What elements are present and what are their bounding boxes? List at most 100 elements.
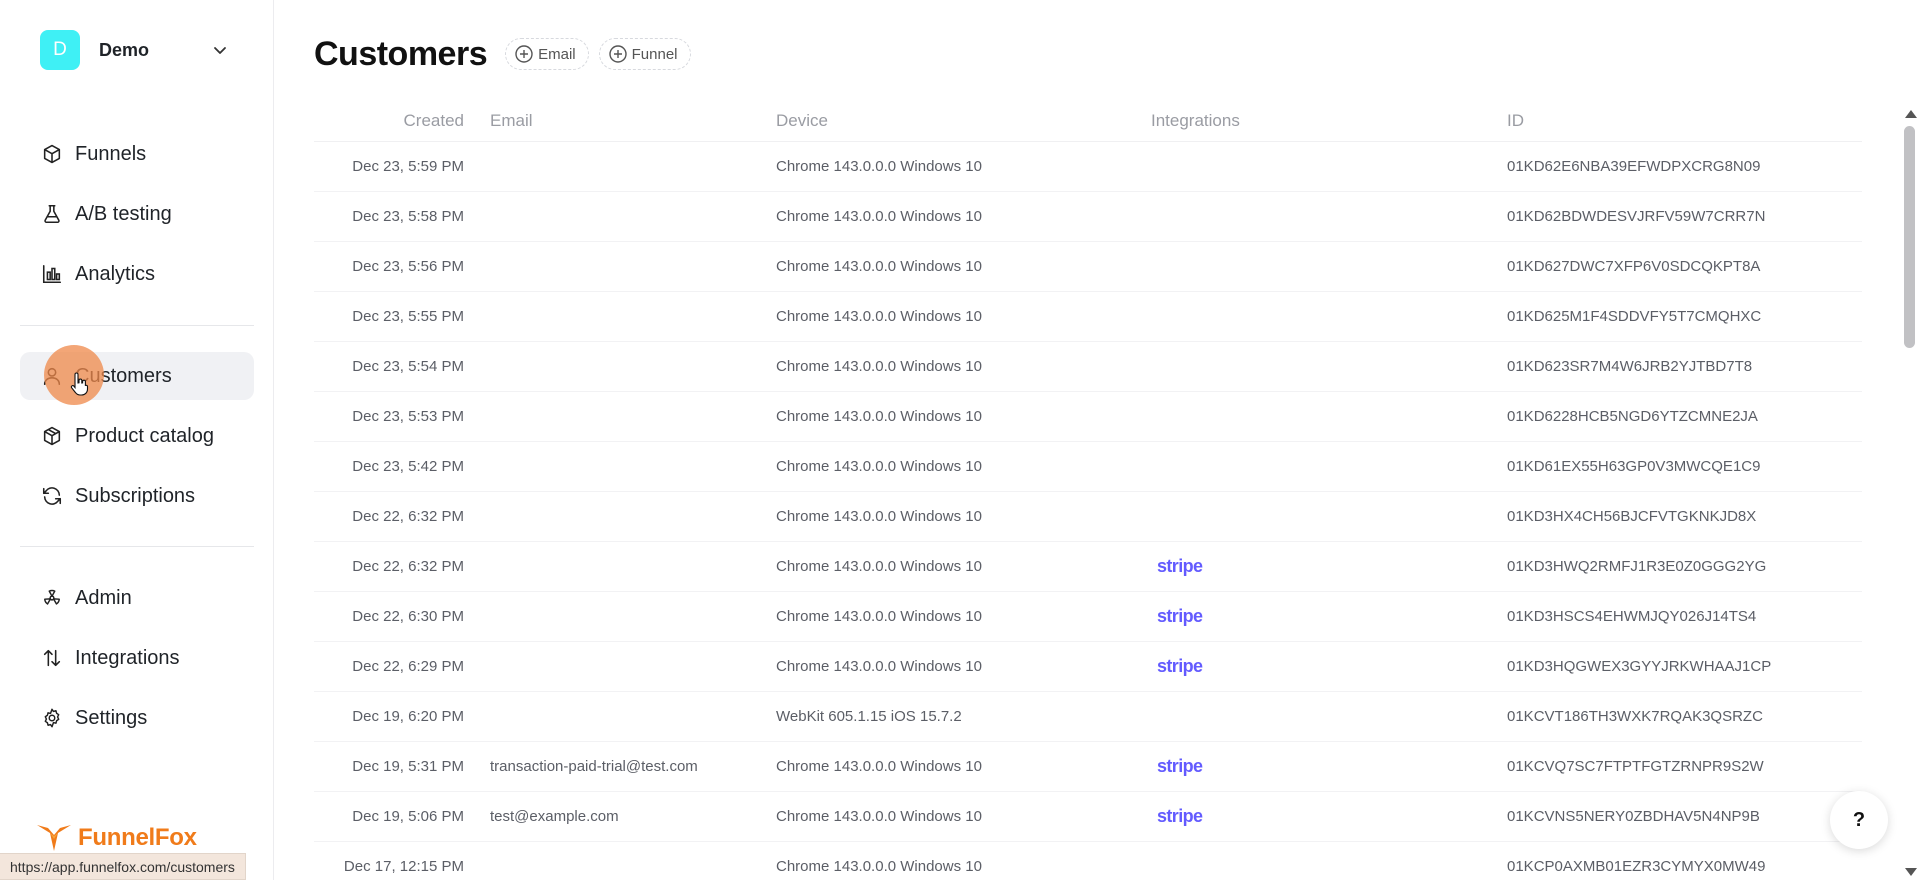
column-header-device[interactable]: Device — [776, 111, 1151, 131]
table-body: Dec 23, 5:59 PM Chrome 143.0.0.0 Windows … — [314, 142, 1862, 880]
refresh-icon — [42, 487, 62, 505]
sidebar-item-label: Customers — [75, 364, 172, 387]
table-row[interactable]: Dec 19, 5:06 PM test@example.com Chrome 14… — [314, 792, 1862, 842]
page-title: Customers — [314, 34, 488, 73]
stripe-logo: stripe — [1157, 656, 1203, 676]
cell-device: Chrome 143.0.0.0 Windows 10 — [776, 758, 982, 775]
cell-created: Dec 22, 6:32 PM — [352, 558, 464, 575]
sidebar-item-admin[interactable]: Admin — [20, 574, 254, 622]
sidebar-item-label: Product catalog — [75, 424, 214, 447]
cell-created: Dec 19, 6:20 PM — [352, 708, 464, 725]
sidebar-item-settings[interactable]: Settings — [20, 694, 254, 742]
table-row[interactable]: Dec 22, 6:32 PM Chrome 143.0.0.0 Windows … — [314, 542, 1862, 592]
table-row[interactable]: Dec 23, 5:59 PM Chrome 143.0.0.0 Windows … — [314, 142, 1862, 192]
table-row[interactable]: Dec 17, 12:15 PM Chrome 143.0.0.0 Windows… — [314, 842, 1862, 880]
admin-icon — [44, 589, 60, 605]
sidebar-item-label: Settings — [75, 706, 148, 729]
cell-created: Dec 23, 5:42 PM — [352, 458, 464, 475]
filter-funnel-button[interactable]: Funnel — [598, 38, 691, 70]
scrollbar[interactable] — [1900, 108, 1920, 880]
cell-device: Chrome 143.0.0.0 Windows 10 — [776, 308, 982, 325]
cell-created: Dec 22, 6:29 PM — [352, 658, 464, 675]
cell-device: Chrome 143.0.0.0 Windows 10 — [776, 208, 982, 225]
cell-id: 01KCP0AXMB01EZR3CYMYX0MW49 — [1507, 858, 1766, 875]
table-row[interactable]: Dec 23, 5:56 PM Chrome 143.0.0.0 Windows … — [314, 242, 1862, 292]
cell-email: test@example.com — [490, 808, 619, 825]
cell-device: Chrome 143.0.0.0 Windows 10 — [776, 358, 982, 375]
stripe-logo: stripe — [1157, 806, 1203, 826]
cell-id: 01KD3HSCS4EHWMJQY026J14TS4 — [1507, 608, 1757, 625]
filter-email-button[interactable]: Email — [505, 38, 589, 70]
gear-icon — [44, 708, 60, 728]
column-header-created[interactable]: Created — [314, 111, 464, 131]
cell-id: 01KCVQ7SC7FTPTFGTZRNPR9S2W — [1507, 758, 1764, 775]
table-row[interactable]: Dec 23, 5:58 PM Chrome 143.0.0.0 Windows … — [314, 192, 1862, 242]
sidebar-item-subscriptions[interactable]: Subscriptions — [20, 472, 254, 520]
stripe-logo: stripe — [1157, 606, 1203, 626]
cell-device: Chrome 143.0.0.0 Windows 10 — [776, 458, 982, 475]
sidebar-item-customers[interactable]: Customers — [20, 352, 254, 400]
sidebar-item-label: Subscriptions — [75, 484, 196, 507]
cube-icon — [43, 144, 61, 164]
fox-logo-icon — [37, 825, 71, 851]
filter-label: Email — [538, 45, 576, 63]
nav-divider — [20, 546, 254, 547]
customers-table: Created Email Device Integrations ID Dec… — [314, 100, 1862, 880]
arrows-updown-icon — [43, 649, 61, 667]
cell-id: 01KD3HWQ2RMFJ1R3E0Z0GGG2YG — [1507, 558, 1767, 575]
cell-integration: stripe — [1151, 606, 1507, 627]
sidebar: D Demo Funnels A/B testing Analytics Cus… — [0, 0, 274, 880]
sidebar-item-integrations[interactable]: Integrations — [20, 634, 254, 682]
plus-circle-icon — [515, 45, 533, 63]
cell-device: WebKit 605.1.15 iOS 15.7.2 — [776, 708, 962, 725]
table-row[interactable]: Dec 23, 5:53 PM Chrome 143.0.0.0 Windows … — [314, 392, 1862, 442]
table-row[interactable]: Dec 19, 6:20 PM WebKit 605.1.15 iOS 15.7.… — [314, 692, 1862, 742]
nav-group-admin: Admin Integrations Settings — [20, 574, 254, 754]
page-header: Customers Email Funnel — [314, 30, 691, 78]
table-row[interactable]: Dec 22, 6:32 PM Chrome 143.0.0.0 Windows … — [314, 492, 1862, 542]
scrollbar-thumb[interactable] — [1904, 126, 1915, 348]
sidebar-item-label: Analytics — [75, 262, 156, 285]
stripe-logo: stripe — [1157, 556, 1203, 576]
flask-icon — [44, 204, 60, 224]
sidebar-item-ab-testing[interactable]: A/B testing — [20, 190, 254, 238]
scroll-down-arrow-icon[interactable] — [1905, 868, 1917, 876]
cell-id: 01KD62E6NBA39EFWDPXCRG8N09 — [1507, 158, 1761, 175]
column-header-integrations[interactable]: Integrations — [1151, 111, 1507, 131]
brand-logo[interactable]: FunnelFox — [36, 822, 197, 854]
cell-device: Chrome 143.0.0.0 Windows 10 — [776, 508, 982, 525]
user-icon — [43, 367, 61, 386]
cell-device: Chrome 143.0.0.0 Windows 10 — [776, 608, 982, 625]
sidebar-item-product-catalog[interactable]: Product catalog — [20, 412, 254, 460]
workspace-switcher[interactable]: D Demo — [40, 30, 240, 70]
cell-integration: stripe — [1151, 556, 1507, 577]
table-row[interactable]: Dec 23, 5:55 PM Chrome 143.0.0.0 Windows … — [314, 292, 1862, 342]
stripe-logo: stripe — [1157, 756, 1203, 776]
bar-chart-icon — [42, 264, 62, 284]
table-header: Created Email Device Integrations ID — [314, 100, 1862, 142]
cell-created: Dec 23, 5:59 PM — [352, 158, 464, 175]
cell-device: Chrome 143.0.0.0 Windows 10 — [776, 158, 982, 175]
cell-created: Dec 23, 5:54 PM — [352, 358, 464, 375]
column-header-email[interactable]: Email — [464, 111, 776, 131]
cell-device: Chrome 143.0.0.0 Windows 10 — [776, 558, 982, 575]
help-button[interactable]: ? — [1830, 791, 1888, 849]
sidebar-item-analytics[interactable]: Analytics — [20, 250, 254, 298]
cell-created: Dec 17, 12:15 PM — [343, 858, 464, 875]
plus-circle-icon — [608, 45, 627, 63]
cell-id: 01KD627DWC7XFP6V0SDCQKPT8A — [1507, 258, 1761, 275]
table-row[interactable]: Dec 23, 5:54 PM Chrome 143.0.0.0 Windows … — [314, 342, 1862, 392]
table-row[interactable]: Dec 19, 5:31 PM transaction-paid-trial@te… — [314, 742, 1862, 792]
sidebar-item-funnels[interactable]: Funnels — [20, 130, 254, 178]
cell-device: Chrome 143.0.0.0 Windows 10 — [776, 258, 982, 275]
cell-integration: stripe — [1151, 806, 1507, 827]
cell-device: Chrome 143.0.0.0 Windows 10 — [776, 408, 982, 425]
cell-created: Dec 22, 6:32 PM — [352, 508, 464, 525]
column-header-id[interactable]: ID — [1507, 111, 1837, 131]
cell-created: Dec 23, 5:55 PM — [352, 308, 464, 325]
scroll-up-arrow-icon[interactable] — [1905, 110, 1917, 118]
table-row[interactable]: Dec 22, 6:30 PM Chrome 143.0.0.0 Windows … — [314, 592, 1862, 642]
table-row[interactable]: Dec 23, 5:42 PM Chrome 143.0.0.0 Windows … — [314, 442, 1862, 492]
table-row[interactable]: Dec 22, 6:29 PM Chrome 143.0.0.0 Windows … — [314, 642, 1862, 692]
cell-device: Chrome 143.0.0.0 Windows 10 — [776, 808, 982, 825]
